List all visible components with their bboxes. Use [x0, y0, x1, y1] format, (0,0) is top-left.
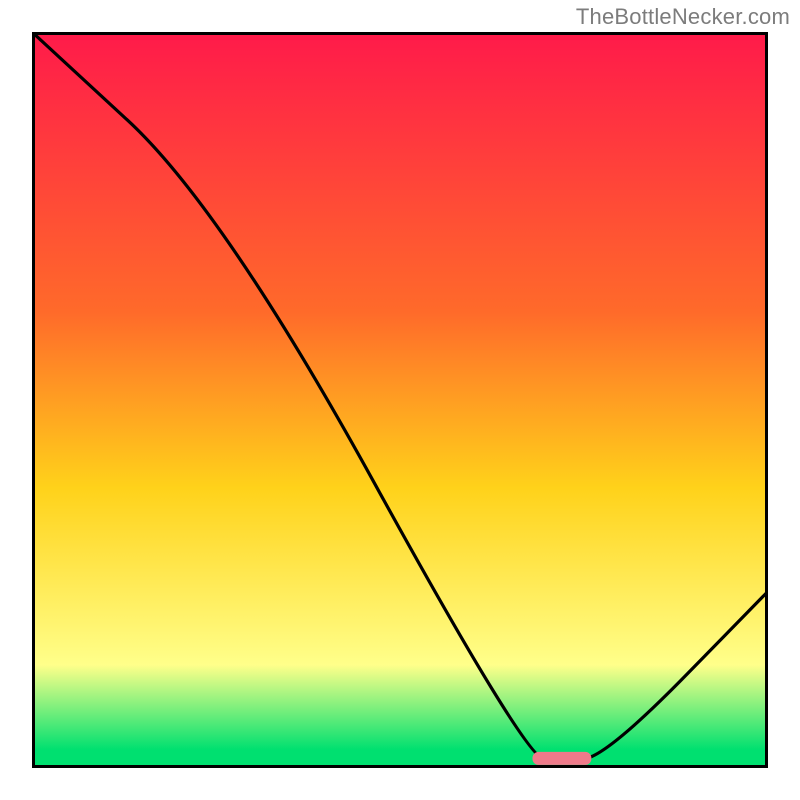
chart-plot-area — [32, 32, 768, 768]
chart-svg — [32, 32, 768, 768]
optimum-marker — [532, 752, 591, 765]
chart-wrap: TheBottleNecker.com — [0, 0, 800, 800]
attribution-text: TheBottleNecker.com — [576, 4, 790, 30]
chart-background — [32, 32, 768, 768]
